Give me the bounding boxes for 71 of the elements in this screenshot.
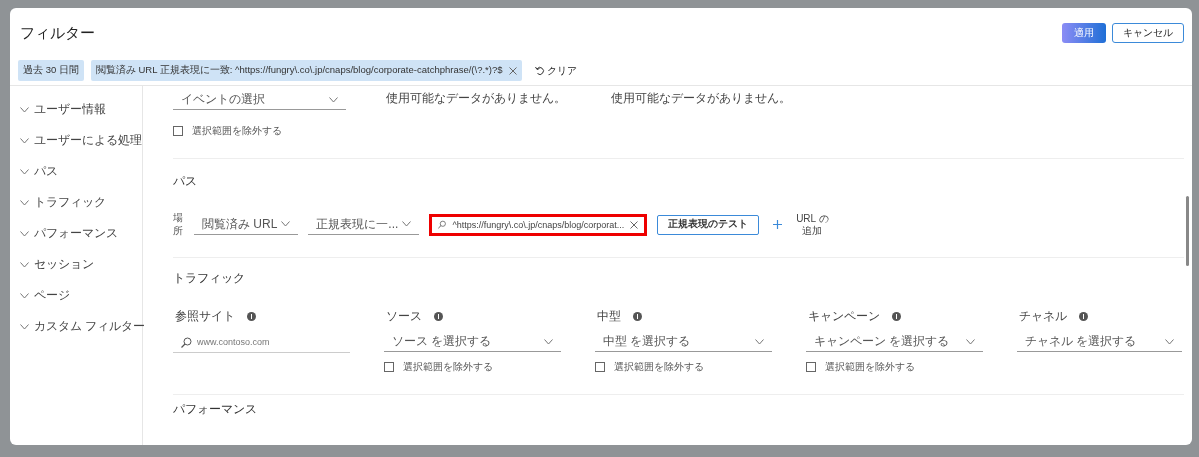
search-icon xyxy=(438,219,447,230)
dropdown[interactable]: キャンペーン を選択する xyxy=(806,332,983,352)
field-label: キャンペーン xyxy=(808,309,880,324)
info-icon[interactable] xyxy=(1079,312,1088,321)
section-title: トラフィック xyxy=(173,270,246,287)
field-label: チャネル xyxy=(1019,309,1067,324)
chevron-icon xyxy=(329,96,338,103)
cancel-button[interactable]: キャンセル xyxy=(1112,23,1184,43)
chevron-icon xyxy=(20,199,29,206)
sidebar-item[interactable]: ページ xyxy=(10,280,142,311)
chevron-icon xyxy=(281,221,291,227)
add-url-link[interactable]: URL の追加 xyxy=(792,212,833,237)
no-data-text: 使用可能なデータがありません。 xyxy=(386,90,567,107)
dialog-title: フィルター xyxy=(20,23,96,43)
sidebar-item[interactable]: カスタム フィルター xyxy=(10,311,142,342)
field-label: ソース xyxy=(386,309,422,324)
event-dropdown[interactable]: イベントの選択 xyxy=(173,90,346,110)
dropdown[interactable]: 中型 を選択する xyxy=(595,332,772,352)
search-icon xyxy=(181,336,192,348)
plus-icon[interactable] xyxy=(773,220,783,229)
filter-chip[interactable]: 閲覧済み URL 正規表現に一致: ^https://fungry\.co\.jp/cnaps/blog/corporate-catchphrase/(\?.*)?$ xyxy=(90,60,522,81)
info-icon[interactable] xyxy=(633,312,642,321)
checkbox-label: 選択範囲を除外する xyxy=(825,360,915,374)
field-label: 参照サイト xyxy=(175,309,235,324)
sidebar-item[interactable]: ユーザー情報 xyxy=(10,94,142,125)
info-icon[interactable] xyxy=(247,312,256,321)
checkbox-label: 選択範囲を除外する xyxy=(192,124,282,138)
chevron-icon xyxy=(966,338,975,345)
chevron-icon xyxy=(20,261,29,268)
section-title: パス xyxy=(173,173,198,190)
clear-button[interactable]: クリア xyxy=(528,62,583,79)
checkbox[interactable] xyxy=(173,126,183,136)
dropdown[interactable]: ソース を選択する xyxy=(384,332,561,352)
search-field[interactable]: www.contoso.com xyxy=(173,332,350,353)
chevron-icon xyxy=(1165,338,1174,345)
sidebar-item[interactable]: トラフィック xyxy=(10,187,142,218)
sidebar-item[interactable]: パフォーマンス xyxy=(10,218,142,249)
sidebar-item[interactable]: セッション xyxy=(10,249,142,280)
filter-chip[interactable]: 過去 30 日間 xyxy=(18,60,84,81)
undo-icon xyxy=(534,65,545,76)
chevron-icon xyxy=(20,106,29,113)
checkbox-label: 選択範囲を除外する xyxy=(403,360,493,374)
regex-input-field[interactable]: ^https://fungry\.co\.jp/cnaps/blog/corporat... xyxy=(429,213,648,236)
location-label: 場所 xyxy=(173,212,184,237)
checkbox[interactable] xyxy=(806,362,816,372)
close-icon[interactable] xyxy=(508,66,517,75)
dropdown[interactable]: チャネル を選択する xyxy=(1017,332,1182,352)
info-icon[interactable] xyxy=(892,312,901,321)
chevron-icon xyxy=(20,323,29,330)
checkbox-label: 選択範囲を除外する xyxy=(614,360,704,374)
chevron-icon xyxy=(20,292,29,299)
chevron-icon xyxy=(402,221,412,227)
chevron-icon xyxy=(20,168,29,175)
sidebar-item[interactable]: パス xyxy=(10,156,142,187)
scrollbar[interactable] xyxy=(1186,196,1189,266)
chevron-icon xyxy=(544,338,553,345)
info-icon[interactable] xyxy=(434,312,443,321)
no-data-text: 使用可能なデータがありません。 xyxy=(611,90,792,107)
chevron-icon xyxy=(755,338,764,345)
checkbox[interactable] xyxy=(595,362,605,372)
apply-button[interactable]: 適用 xyxy=(1062,23,1106,43)
test-regex-button[interactable]: 正規表現のテスト xyxy=(657,214,760,235)
dropdown[interactable]: 正規表現に一... xyxy=(308,214,420,235)
chevron-icon xyxy=(20,137,29,144)
section-title: パフォーマンス xyxy=(173,401,258,418)
chevron-icon xyxy=(20,230,29,237)
checkbox[interactable] xyxy=(384,362,394,372)
dropdown[interactable]: 閲覧済み URL xyxy=(194,214,299,235)
close-icon[interactable] xyxy=(630,220,639,229)
sidebar-item[interactable]: ユーザーによる処理 xyxy=(10,125,142,156)
field-label: 中型 xyxy=(597,309,621,324)
